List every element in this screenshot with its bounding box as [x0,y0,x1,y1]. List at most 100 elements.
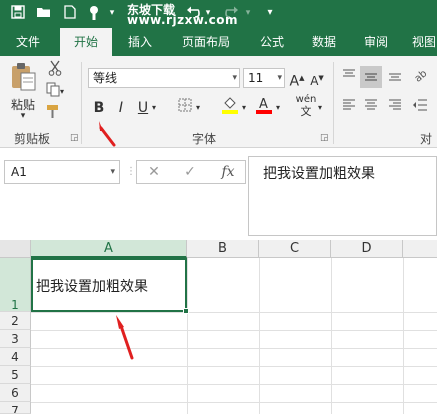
column-header-d[interactable]: D [331,240,403,258]
fill-color-swatch [222,110,238,114]
tab-file[interactable]: 文件 [4,28,52,56]
orientation-icon[interactable]: ab [410,66,430,88]
column-header-c[interactable]: C [259,240,331,258]
watermark-line2: www.rjzxw.com [127,13,239,27]
borders-icon[interactable] [176,98,194,118]
underline-dropdown-icon[interactable]: ▾ [152,98,156,118]
row-header-7[interactable]: 7 [0,402,31,414]
cut-icon[interactable] [46,60,64,82]
tab-insert[interactable]: 插入 [116,28,164,56]
font-size-dropdown-icon: ▾ [277,73,282,83]
font-color-icon[interactable]: A [254,96,274,120]
top-align-icon[interactable] [340,68,358,88]
font-group-label: 字体 [192,132,217,146]
column-header-a[interactable]: A [31,240,187,258]
formula-buttons: ✕ ✓ fx [136,160,246,184]
fill-color-icon[interactable] [220,96,240,120]
touch-mode-icon[interactable] [86,5,102,21]
underline-button[interactable]: U [134,98,152,118]
font-launcher-icon[interactable]: ◲ [320,133,329,143]
insert-function-button[interactable]: fx [213,161,243,183]
enter-icon[interactable]: ✓ [175,161,205,183]
bottom-align-icon[interactable] [386,68,404,88]
phonetic-label: wén [295,94,317,105]
grid-line [31,348,437,349]
row-header-6[interactable]: 6 [0,384,31,402]
font-size-value: 11 [248,71,264,85]
font-name-combo[interactable]: 等线 ▾ [88,68,240,88]
italic-button[interactable]: I [112,98,130,118]
borders-dropdown-icon[interactable]: ▾ [196,98,200,118]
tab-page-layout[interactable]: 页面布局 [172,28,240,56]
ribbon-home: 粘贴 ▾ ▾ 剪贴板 ◲ 等线 ▾ 11 ▾ A▲ A▼ B I U ▾ ▾ ▾… [0,56,437,163]
grid-line [259,258,260,414]
paste-icon [12,63,36,91]
tab-data[interactable]: 数据 [302,28,346,56]
worksheet-grid: A B C D 1 2 3 4 5 6 7 把我设置加粗效果 [0,240,437,414]
formula-input[interactable]: 把我设置加粗效果 [248,156,437,236]
row-header-1[interactable]: 1 [0,258,31,312]
row-header-2[interactable]: 2 [0,312,31,330]
customize-qat-icon[interactable]: ▾ [262,5,278,21]
fill-color-dropdown-icon[interactable]: ▾ [242,98,246,118]
annotation-arrow-cell [116,315,134,360]
decrease-font-size-icon[interactable]: A▼ [308,68,326,91]
tab-home[interactable]: 开始 [60,28,112,56]
decrease-indent-icon[interactable] [410,98,430,118]
font-color-dropdown-icon[interactable]: ▾ [276,98,280,118]
svg-text:A: A [259,97,268,112]
middle-align-icon[interactable] [360,66,382,88]
touch-dropdown-icon[interactable]: ▾ [104,5,120,21]
grid-line [31,402,437,403]
align-left-icon[interactable] [340,98,358,118]
grid-line [31,330,437,331]
copy-dropdown-icon[interactable]: ▾ [60,82,64,102]
name-box-dropdown-icon: ▾ [110,167,115,177]
ribbon-tabs: 文件 开始 插入 页面布局 公式 数据 审阅 视图 [0,28,437,56]
column-header-b[interactable]: B [187,240,259,258]
tab-formulas[interactable]: 公式 [250,28,294,56]
format-painter-icon[interactable] [44,104,62,125]
name-box-value: A1 [11,165,27,179]
column-header-e[interactable] [403,240,437,258]
clipboard-launcher-icon[interactable]: ◲ [70,133,79,143]
phonetic-guide-button[interactable]: wén 文 [294,94,318,119]
new-icon[interactable] [62,5,78,21]
row-header-4[interactable]: 4 [0,348,31,366]
font-name-dropdown-icon: ▾ [232,73,237,83]
grid-line [31,312,437,313]
formula-bar: A1 ▾ ⋮ ✕ ✓ fx 把我设置加粗效果 [0,148,437,240]
title-bar: ▾ ▾ ▾ ▾ 东坡下载 www.rjzxw.com [0,0,437,28]
name-box[interactable]: A1 ▾ [4,160,120,184]
select-all-corner[interactable] [0,240,31,258]
paste-button[interactable]: 粘贴 ▾ [8,62,38,121]
row-header-5[interactable]: 5 [0,366,31,384]
group-divider [333,62,334,144]
paste-label: 粘贴 [10,98,35,112]
annotation-arrow-bold [99,121,116,147]
align-right-icon[interactable] [386,98,404,118]
font-size-combo[interactable]: 11 ▾ [243,68,285,88]
fill-handle[interactable] [183,308,189,314]
active-cell-a1[interactable]: 把我设置加粗效果 [31,258,187,312]
bold-button[interactable]: B [90,98,108,118]
clipboard-group-label: 剪贴板 [14,132,51,146]
phonetic-dropdown-icon[interactable]: ▾ [318,98,322,118]
tab-view[interactable]: 视图 [404,28,437,56]
align-center-icon[interactable] [362,98,380,118]
grid-line [187,258,188,414]
grid-line [31,366,437,367]
row-header-3[interactable]: 3 [0,330,31,348]
grid-line [331,258,332,414]
grid-line [403,258,404,414]
cancel-icon[interactable]: ✕ [139,161,169,183]
save-icon[interactable] [10,5,26,21]
font-name-value: 等线 [93,71,118,85]
svg-text:ab: ab [413,68,428,82]
increase-font-size-icon[interactable]: A▲ [288,68,306,92]
open-icon[interactable] [36,5,52,21]
tab-review[interactable]: 审阅 [354,28,398,56]
paste-dropdown-icon: ▾ [20,111,26,121]
grid-line [31,384,437,385]
drag-handle-icon[interactable]: ⋮ [126,166,136,177]
